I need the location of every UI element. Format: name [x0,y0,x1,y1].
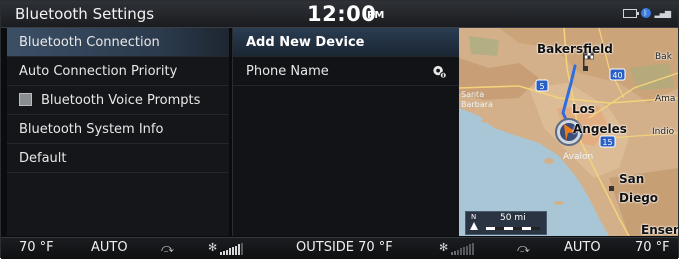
add-new-device-label: Add New Device [246,35,365,50]
page-title: Bluetooth Settings [15,5,155,23]
left-fan-level[interactable] [220,243,243,256]
voice-prompts-checkbox[interactable] [19,93,32,106]
svg-text:40: 40 [612,71,622,80]
city-marker [609,186,614,191]
fan-level-bar [460,248,462,256]
right-temp[interactable]: 70 °F [635,240,670,255]
menu-item-bluetooth-voice-prompts[interactable]: Bluetooth Voice Prompts [7,86,229,115]
battery-icon [622,8,639,18]
menu-item-label: Auto Connection Priority [19,64,178,79]
left-temp[interactable]: 70 °F [19,240,54,255]
fan-level-bar [220,252,222,256]
right-airflow-icon[interactable]: ⤼ [517,241,530,256]
svg-text:15: 15 [602,138,612,147]
fan-level-bar [463,246,465,256]
phone-settings-icon[interactable] [432,64,447,79]
highway-shield-40: 40 [609,68,626,81]
map-label-bak: Bak [655,52,672,62]
clock-ampm: PM [367,10,385,21]
map-label-santa: Santa [461,90,485,99]
menu-item-auto-connection-priority[interactable]: Auto Connection Priority [7,57,229,86]
fan-level-bar [241,243,243,256]
svg-text:5: 5 [539,82,544,91]
map-label-diego: Diego [619,191,659,205]
fan-level-bar [451,252,453,256]
right-auto-mode[interactable]: AUTO [564,240,601,255]
fan-level-bar [472,243,474,256]
scale-bar-line [486,227,540,230]
fan-level-bar [235,245,237,256]
status-bar: Bluetooth Settings 12:00 PM ᛒ ▂▄▆ [1,1,678,28]
right-fan-icon: ✻ [439,241,449,254]
map-label-barbara: Barbara [461,100,493,109]
left-auto-mode[interactable]: AUTO [91,240,128,255]
fan-level-bar [229,248,231,256]
map-label-san: San [619,172,645,186]
fan-level-bar [238,244,240,256]
signal-icon: ▂▄▆ [654,8,672,18]
menu-item-bluetooth-system-info[interactable]: Bluetooth System Info [7,115,229,144]
city-marker [583,66,588,71]
map-label-avalon: Avalon [563,152,594,162]
map-scale: N 50 mi [465,211,547,235]
menu-item-default[interactable]: Default [7,144,229,173]
fan-level-bar [454,250,456,256]
fan-level-bar [457,249,459,256]
menu-item-label: Bluetooth System Info [19,122,164,137]
highway-shield-5: 5 [535,79,549,92]
device-list: Add New Device Phone Name [232,28,459,236]
navigation-map[interactable]: 5 40 15 Bakersfield Bak Los Angeles Ama … [459,28,678,236]
clock: 12:00 [307,2,377,26]
climate-bar: 70 °F AUTO ⤼ ✻ OUTSIDE 70 °F ✻ ⤼ AUTO 70… [1,237,678,259]
bluetooth-icon: ᛒ [640,8,651,18]
fan-level-bar [232,246,234,256]
map-label-indio: Indio [652,127,675,137]
fan-level-bar [226,249,228,256]
map-label-los: Los [572,102,596,116]
menu-item-label: Default [19,151,67,166]
left-fan-icon: ✻ [208,241,218,254]
map-label-bakersfield: Bakersfield [537,42,613,56]
north-label: N [471,213,477,221]
infotainment-screen: Bluetooth Settings 12:00 PM ᛒ ▂▄▆ Blueto… [0,0,679,259]
fan-level-bar [223,250,225,256]
scale-label: 50 mi [500,213,526,223]
device-item-phone[interactable]: Phone Name [233,57,459,86]
right-fan-level[interactable] [451,243,474,256]
device-name-label: Phone Name [246,64,329,79]
menu-item-bluetooth-connection[interactable]: Bluetooth Connection [7,28,229,57]
left-airflow-icon[interactable]: ⤼ [161,241,174,256]
map-label-ama: Ama [655,94,676,104]
fan-level-bar [466,245,468,256]
outside-temp: OUTSIDE 70 °F [296,240,393,255]
north-arrow-icon [470,222,478,230]
add-new-device-button[interactable]: Add New Device [233,28,459,57]
fan-level-bar [469,244,471,256]
highway-shield-15: 15 [599,135,616,148]
menu-item-label: Bluetooth Connection [19,35,160,50]
status-icons: ᛒ ▂▄▆ [622,8,672,18]
menu-item-label: Bluetooth Voice Prompts [41,93,201,108]
settings-menu: Bluetooth Connection Auto Connection Pri… [7,28,229,236]
map-label-ensen: Ensen [641,223,678,236]
map-label-angeles: Angeles [573,122,627,136]
